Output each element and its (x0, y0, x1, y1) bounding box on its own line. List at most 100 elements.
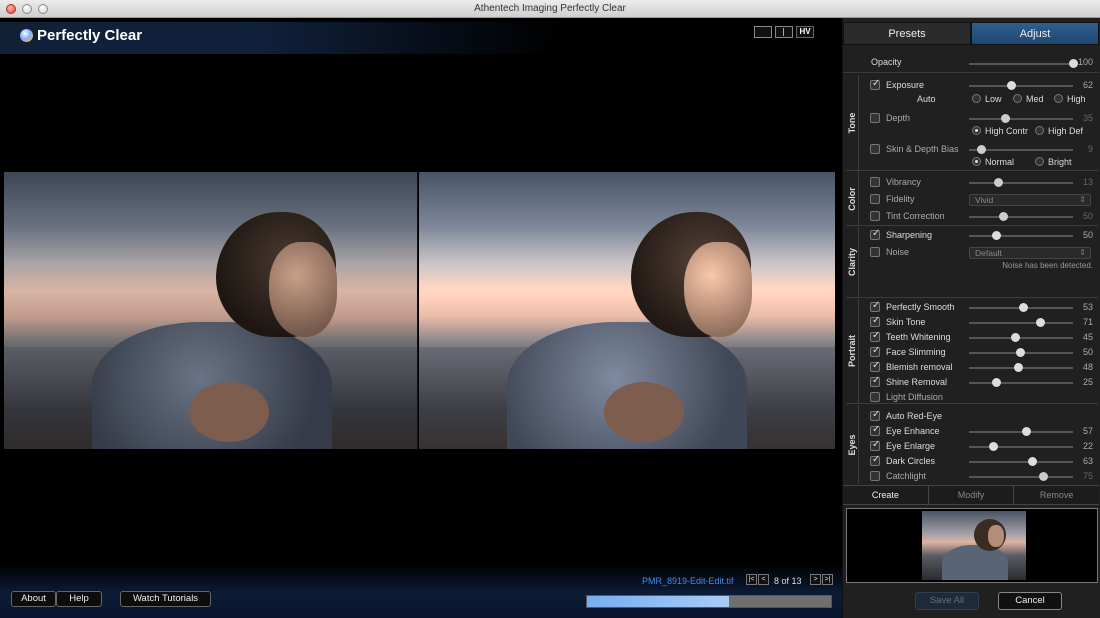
tab-adjust[interactable]: Adjust (971, 22, 1099, 45)
light-diffusion-label: Light Diffusion (886, 392, 943, 402)
save-all-button[interactable]: Save All (915, 592, 979, 610)
blemish-removal-checkbox[interactable] (870, 360, 880, 372)
opacity-label: Opacity (871, 57, 902, 67)
fidelity-checkbox[interactable] (870, 194, 880, 204)
skin-tone-slider[interactable] (969, 318, 1073, 327)
noise-note: Noise has been detected. (1002, 261, 1093, 270)
opacity-slider[interactable] (969, 59, 1078, 68)
dark-circles-checkbox[interactable] (870, 454, 880, 466)
sharpening-slider[interactable] (969, 231, 1073, 240)
blemish-removal-row: Blemish removal 48 (843, 360, 1099, 375)
sharpening-checkbox[interactable] (870, 228, 880, 240)
catchlight-slider-knob[interactable] (1038, 472, 1048, 481)
normal-radio[interactable] (972, 157, 981, 166)
first-image-button[interactable]: |< (746, 574, 757, 585)
eye-enlarge-slider-knob[interactable] (988, 442, 998, 451)
watch-tutorials-button[interactable]: Watch Tutorials (120, 591, 211, 607)
auto-high-radio[interactable] (1054, 94, 1063, 103)
shine-removal-slider-knob[interactable] (992, 378, 1002, 387)
eye-enlarge-slider[interactable] (969, 442, 1073, 451)
previous-image-button[interactable]: < (758, 574, 769, 585)
vibrancy-label: Vibrancy (886, 177, 921, 187)
opacity-row: Opacity 100 (843, 51, 1099, 73)
progress-fill (587, 596, 729, 607)
face-slimming-checkbox[interactable] (870, 345, 880, 357)
depth-checkbox[interactable] (870, 113, 880, 123)
bright-radio[interactable] (1035, 157, 1044, 166)
preview-thumbnail[interactable] (922, 511, 1026, 580)
perfectly-smooth-value: 53 (1082, 302, 1093, 312)
depth-slider[interactable] (969, 114, 1073, 123)
exposure-row: Exposure 62 (843, 78, 1099, 93)
dark-circles-slider[interactable] (969, 457, 1073, 466)
skin-bias-slider-knob[interactable] (977, 145, 987, 154)
exposure-checkbox[interactable] (870, 78, 880, 90)
preset-action-bar: Create Modify Remove (843, 485, 1100, 505)
skin-bias-checkbox[interactable] (870, 144, 880, 154)
tint-row: Tint Correction 50 (843, 210, 1099, 224)
after-image[interactable] (419, 172, 835, 449)
high-contr-radio[interactable] (972, 126, 981, 135)
perfectly-smooth-slider[interactable] (969, 303, 1073, 312)
eye-enhance-slider-knob[interactable] (1022, 427, 1032, 436)
vibrancy-slider-knob[interactable] (994, 178, 1004, 187)
eye-enhance-slider[interactable] (969, 427, 1073, 436)
create-preset-button[interactable]: Create (843, 486, 929, 504)
fidelity-select[interactable]: Vivid ⇕ (969, 194, 1091, 206)
single-view-icon[interactable] (754, 26, 772, 38)
eye-enhance-checkbox[interactable] (870, 424, 880, 436)
catchlight-checkbox[interactable] (870, 471, 880, 481)
cancel-button[interactable]: Cancel (998, 592, 1062, 610)
perfectly-smooth-checkbox[interactable] (870, 300, 880, 312)
help-button[interactable]: Help (56, 591, 102, 607)
last-image-button[interactable]: >| (822, 574, 833, 585)
about-button[interactable]: About (11, 591, 56, 607)
exposure-slider[interactable] (969, 81, 1073, 90)
tint-value: 50 (1082, 211, 1093, 221)
sharpening-slider-knob[interactable] (992, 231, 1002, 240)
tint-checkbox[interactable] (870, 211, 880, 221)
perfectly-smooth-slider-knob[interactable] (1019, 303, 1029, 312)
catchlight-slider[interactable] (969, 472, 1073, 481)
blemish-removal-value: 48 (1082, 362, 1093, 372)
vibrancy-checkbox[interactable] (870, 177, 880, 187)
exposure-slider-knob[interactable] (1006, 81, 1016, 90)
dark-circles-slider-knob[interactable] (1028, 457, 1038, 466)
skin-tone-slider-knob[interactable] (1035, 318, 1045, 327)
shine-removal-checkbox[interactable] (870, 375, 880, 387)
face-slimming-slider[interactable] (969, 348, 1073, 357)
light-diffusion-checkbox[interactable] (870, 392, 880, 402)
skin-tone-checkbox[interactable] (870, 315, 880, 327)
next-image-button[interactable]: > (810, 574, 821, 585)
high-def-radio[interactable] (1035, 126, 1044, 135)
opacity-slider-knob[interactable] (1069, 59, 1078, 68)
eye-enlarge-checkbox[interactable] (870, 439, 880, 451)
teeth-whitening-slider-knob[interactable] (1010, 333, 1020, 342)
hv-view-button[interactable]: HV (796, 26, 814, 38)
depth-slider-knob[interactable] (1001, 114, 1011, 123)
before-image[interactable] (4, 172, 417, 449)
auto-low-radio[interactable] (972, 94, 981, 103)
face-slimming-slider-knob[interactable] (1015, 348, 1025, 357)
blemish-removal-slider-knob[interactable] (1013, 363, 1023, 372)
skin-bias-slider[interactable] (969, 145, 1073, 154)
noise-checkbox[interactable] (870, 247, 880, 257)
auto-med-radio[interactable] (1013, 94, 1022, 103)
tint-slider[interactable] (969, 212, 1073, 221)
auto-red-eye-checkbox[interactable] (870, 409, 880, 421)
tint-slider-knob[interactable] (999, 212, 1009, 221)
modify-preset-button[interactable]: Modify (928, 486, 1015, 504)
file-name-link[interactable]: PMR_8919-Edit-Edit.tif (642, 576, 734, 586)
teeth-whitening-slider[interactable] (969, 333, 1073, 342)
compare-divider[interactable] (417, 172, 418, 449)
blemish-removal-slider[interactable] (969, 363, 1073, 372)
vibrancy-slider[interactable] (969, 178, 1073, 187)
remove-preset-button[interactable]: Remove (1014, 486, 1100, 504)
teeth-whitening-checkbox[interactable] (870, 330, 880, 342)
exposure-auto-row: Auto Low Med High (843, 93, 1099, 107)
noise-select[interactable]: Default ⇕ (969, 247, 1091, 259)
shine-removal-slider[interactable] (969, 378, 1073, 387)
tab-presets[interactable]: Presets (843, 22, 971, 45)
auto-red-eye-label: Auto Red-Eye (886, 411, 943, 421)
side-by-side-view-icon[interactable] (775, 26, 793, 38)
